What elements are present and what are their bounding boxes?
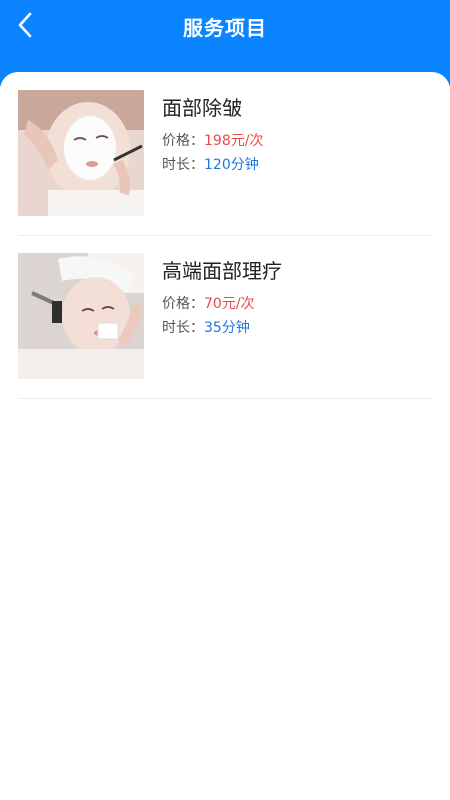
price-value: 70元/次	[204, 296, 255, 312]
price-value: 198元/次	[204, 133, 264, 149]
service-image	[18, 253, 144, 379]
service-item-facial-wrinkle[interactable]: 面部除皱 价格：198元/次 时长：120分钟	[18, 72, 432, 236]
duration-value: 35分钟	[204, 320, 250, 336]
service-item-premium-facial[interactable]: 高端面部理疗 价格：70元/次 时长：35分钟	[18, 235, 432, 399]
page-title: 服务项目	[183, 16, 267, 40]
service-name: 面部除皱	[162, 96, 242, 120]
duration-label: 时长：	[162, 320, 204, 336]
price-label: 价格：	[162, 133, 204, 149]
service-image	[18, 90, 144, 216]
duration-label: 时长：	[162, 157, 204, 173]
price-label: 价格：	[162, 296, 204, 312]
price-line: 价格：70元/次	[162, 293, 255, 313]
duration-line: 时长：120分钟	[162, 154, 259, 174]
duration-value: 120分钟	[204, 157, 259, 173]
duration-line: 时长：35分钟	[162, 317, 250, 337]
service-list: 面部除皱 价格：198元/次 时长：120分钟 高端面部理疗 价格：70元/次 …	[0, 72, 450, 800]
price-line: 价格：198元/次	[162, 130, 263, 150]
service-name: 高端面部理疗	[162, 259, 282, 283]
